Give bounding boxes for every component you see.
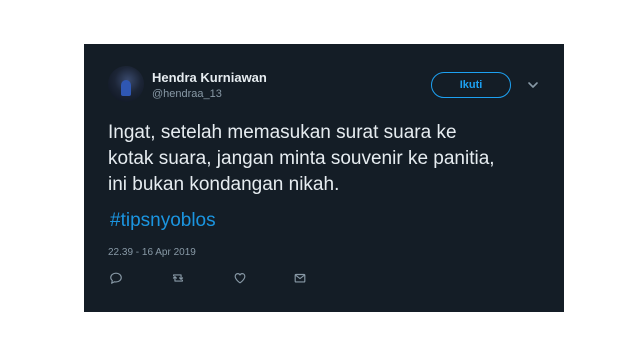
chevron-down-icon[interactable] [526, 78, 540, 92]
message-icon[interactable] [292, 270, 308, 286]
tweet-timestamp[interactable]: 22.39 - 16 Apr 2019 [108, 247, 196, 258]
avatar[interactable] [108, 66, 144, 102]
like-icon[interactable] [232, 270, 248, 286]
reply-icon[interactable] [108, 270, 124, 286]
author-name[interactable]: Hendra Kurniawan [152, 70, 267, 85]
tweet-card: Hendra Kurniawan @hendraa_13 Ikuti Ingat… [84, 44, 564, 312]
retweet-icon[interactable] [170, 270, 186, 286]
follow-button[interactable]: Ikuti [431, 72, 511, 98]
author-handle[interactable]: @hendraa_13 [152, 88, 222, 100]
hashtag-link[interactable]: #tipsnyoblos [110, 210, 216, 232]
tweet-text: Ingat, setelah memasukan surat suara ke … [108, 122, 495, 195]
